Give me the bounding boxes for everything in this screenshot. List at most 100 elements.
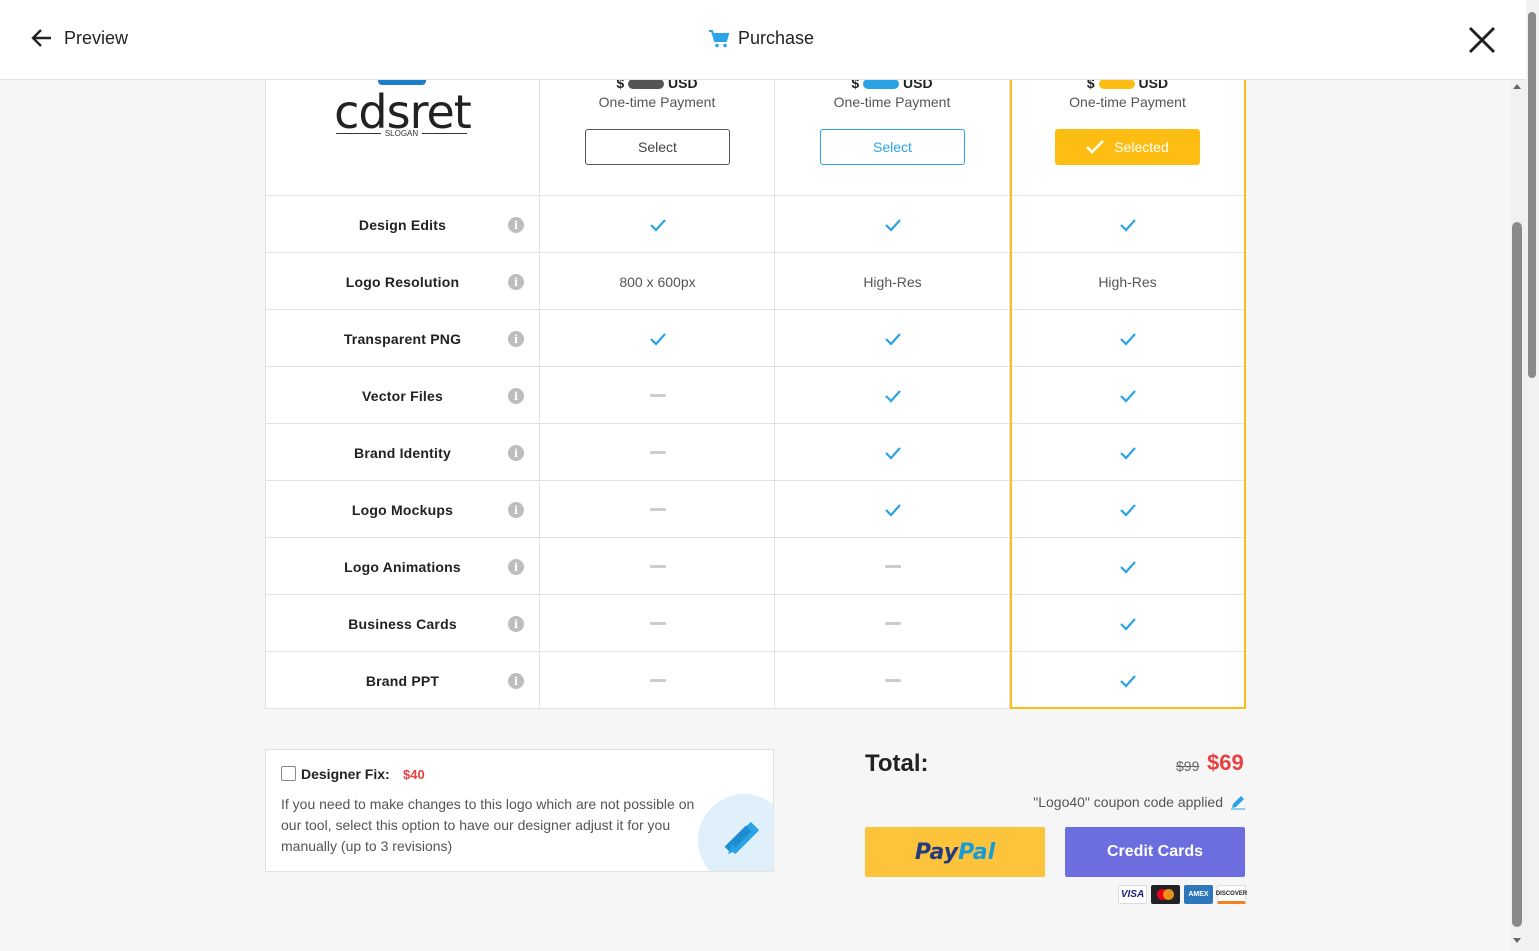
feature-not-included — [775, 595, 1010, 652]
feature-name: Logo Animations — [344, 558, 461, 575]
plan-payment-type: One-time Payment — [833, 94, 951, 110]
check-icon — [1119, 560, 1136, 574]
check-icon — [649, 332, 666, 346]
designer-fix-price: $40 — [403, 767, 425, 782]
feature-value: High-Res — [1098, 273, 1157, 290]
designer-fix-checkbox[interactable] — [281, 766, 296, 781]
feature-name: Logo Mockups — [351, 501, 454, 518]
feature-included — [1010, 196, 1245, 253]
feature-included — [775, 310, 1010, 367]
designer-fix-description: If you need to make changes to this logo… — [281, 796, 695, 854]
feature-name: Business Cards — [348, 615, 457, 632]
pencil-ruler-icon — [724, 822, 759, 854]
feature-value: High-Res — [863, 273, 922, 290]
scroll-down-arrow-icon[interactable] — [1513, 938, 1521, 943]
info-icon[interactable]: i — [508, 274, 524, 290]
feature-not-included — [540, 595, 775, 652]
info-icon[interactable]: i — [508, 331, 524, 347]
back-label: Preview — [64, 27, 129, 48]
feature-included — [1010, 367, 1245, 424]
feature-name: Vector Files — [362, 387, 443, 404]
dash-icon — [649, 679, 666, 682]
check-icon — [884, 446, 901, 460]
feature-included — [540, 196, 775, 253]
feature-name: Design Edits — [358, 216, 447, 233]
accepted-cards: VISA AMEX DISCOVER — [1118, 885, 1247, 904]
info-icon[interactable]: i — [508, 559, 524, 575]
feature-included — [1010, 310, 1245, 367]
scroll-up-arrow-icon[interactable] — [1513, 84, 1521, 89]
plan-payment-type: One-time Payment — [598, 94, 716, 110]
feature-included — [775, 367, 1010, 424]
feature-not-included — [540, 367, 775, 424]
check-icon — [884, 503, 901, 517]
original-price: $99 — [1176, 758, 1200, 774]
credit-cards-button[interactable]: Credit Cards — [1065, 827, 1245, 877]
selected-premium-button[interactable]: Selected — [1055, 129, 1200, 165]
amex-icon: AMEX — [1184, 885, 1213, 904]
back-to-preview-button[interactable]: Preview — [30, 26, 128, 50]
feature-not-included — [540, 538, 775, 595]
visa-icon: VISA — [1118, 885, 1147, 904]
feature-included — [1010, 538, 1245, 595]
feature-not-included — [775, 652, 1010, 709]
cart-icon — [709, 29, 730, 47]
plan-basic-header: $ USD One-time Payment Select — [540, 61, 774, 195]
check-icon — [1119, 617, 1136, 631]
logo-slogan: SLOGAN — [336, 129, 467, 138]
check-icon — [1086, 140, 1105, 154]
feature-name: Transparent PNG — [343, 330, 462, 347]
feature-row-label: Vector Files i — [266, 367, 539, 424]
dash-icon — [884, 622, 901, 625]
mastercard-icon — [1151, 885, 1180, 904]
dash-icon — [649, 622, 666, 625]
close-icon[interactable] — [1466, 24, 1498, 56]
check-icon — [884, 332, 901, 346]
feature-row-label: Brand PPT i — [266, 652, 539, 709]
feature-name: Brand PPT — [365, 672, 440, 689]
select-basic-button[interactable]: Select — [585, 129, 730, 165]
info-icon[interactable]: i — [508, 445, 524, 461]
info-icon[interactable]: i — [508, 217, 524, 233]
feature-not-included — [540, 652, 775, 709]
feature-included — [1010, 652, 1245, 709]
pricing-table: cdsret SLOGAN $ USD One-time Payment Sel… — [265, 59, 1246, 709]
feature-included — [540, 310, 775, 367]
feature-row-label: Logo Animations i — [266, 538, 539, 595]
feature-not-included — [540, 481, 775, 538]
info-icon[interactable]: i — [508, 616, 524, 632]
feature-row-label: Logo Resolution i — [266, 253, 539, 310]
selected-label: Selected — [1114, 139, 1169, 155]
check-icon — [1119, 218, 1136, 232]
coupon-status: "Logo40" coupon code applied — [1033, 794, 1223, 810]
select-standard-button[interactable]: Select — [820, 129, 965, 165]
info-icon[interactable]: i — [508, 673, 524, 689]
top-bar: Preview Purchase — [0, 0, 1526, 80]
feature-included — [775, 481, 1010, 538]
check-icon — [884, 389, 901, 403]
page-title-text: Purchase — [738, 28, 815, 48]
dash-icon — [649, 451, 666, 454]
feature-not-included — [540, 424, 775, 481]
dash-icon — [884, 565, 901, 568]
inner-scroll-thumb[interactable] — [1512, 222, 1522, 927]
feature-row-label: Transparent PNG i — [266, 310, 539, 367]
check-icon — [1119, 332, 1136, 346]
info-icon[interactable]: i — [508, 502, 524, 518]
discounted-price: $69 — [1207, 750, 1244, 775]
feature-value: 800 x 600px — [619, 273, 696, 290]
arrow-left-icon — [31, 29, 51, 47]
check-icon — [884, 218, 901, 232]
check-icon — [1119, 503, 1136, 517]
info-icon[interactable]: i — [508, 388, 524, 404]
pencil-icon[interactable] — [1230, 794, 1246, 810]
feature-row-label: Brand Identity i — [266, 424, 539, 481]
check-icon — [1119, 389, 1136, 403]
feature-row-label: Business Cards i — [266, 595, 539, 652]
feature-not-included — [775, 538, 1010, 595]
logo-preview: cdsret SLOGAN — [266, 61, 539, 195]
dash-icon — [649, 508, 666, 511]
paypal-logo-part1: Pay — [914, 839, 959, 865]
page-scroll-thumb[interactable] — [1528, 12, 1536, 378]
paypal-button[interactable]: Pay Pal — [865, 827, 1045, 877]
